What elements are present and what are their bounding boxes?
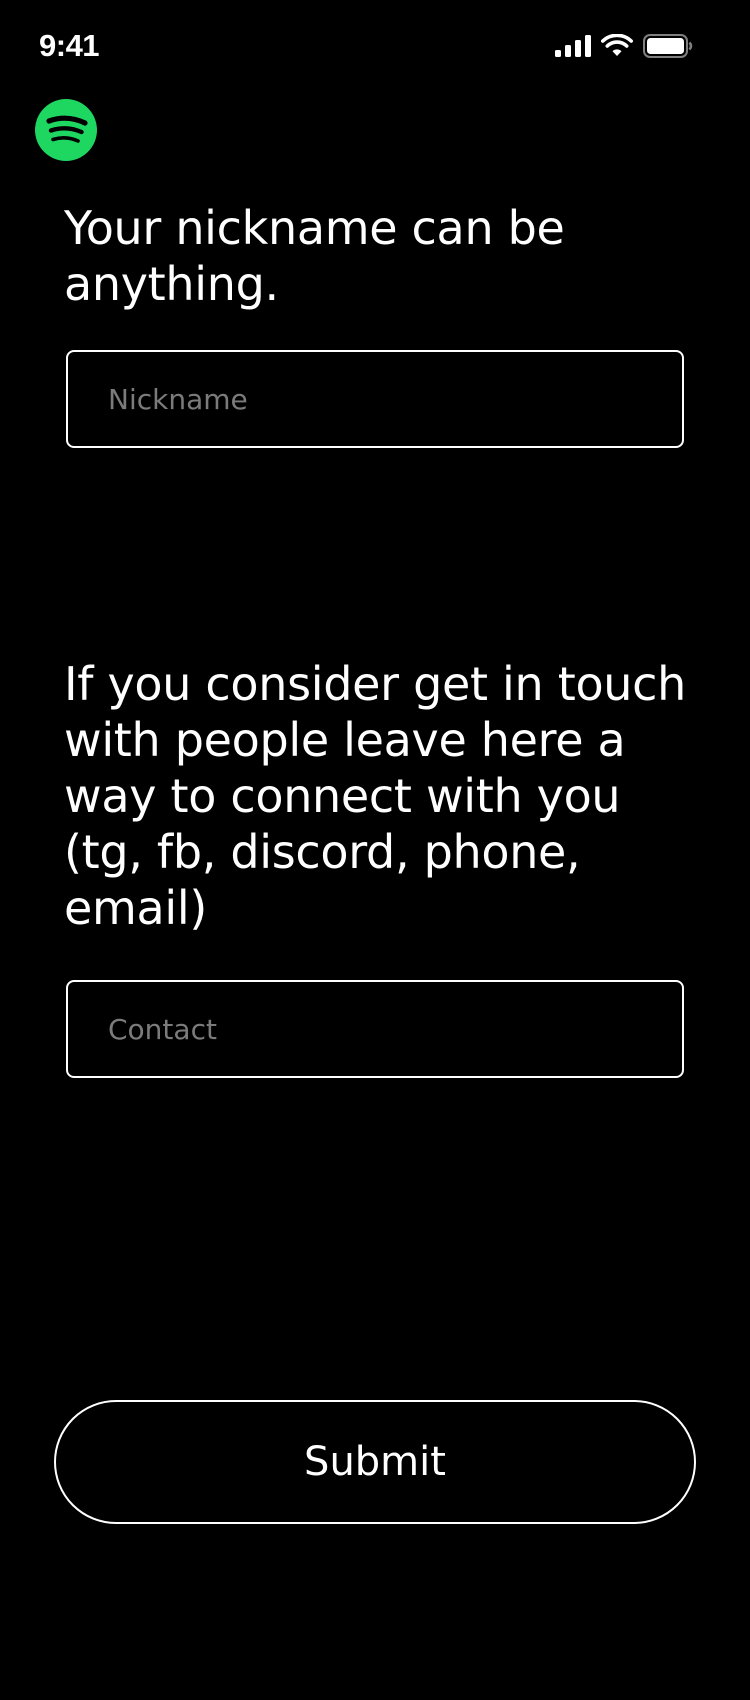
contact-heading: If you consider get in touch with people… [64,657,686,935]
nickname-field[interactable] [66,350,684,448]
contact-field[interactable] [66,980,684,1078]
battery-icon [643,34,693,58]
nickname-heading: Your nickname can be anything. [64,201,565,311]
contact-input[interactable] [68,982,682,1076]
spotify-logo-icon [35,99,97,161]
status-bar: 9:41 [0,0,750,92]
status-icons [555,33,693,59]
cellular-signal-icon [555,35,591,57]
status-time: 9:41 [39,28,100,63]
nickname-input[interactable] [68,352,682,446]
submit-button[interactable]: Submit [54,1400,696,1524]
wifi-icon [601,34,633,56]
